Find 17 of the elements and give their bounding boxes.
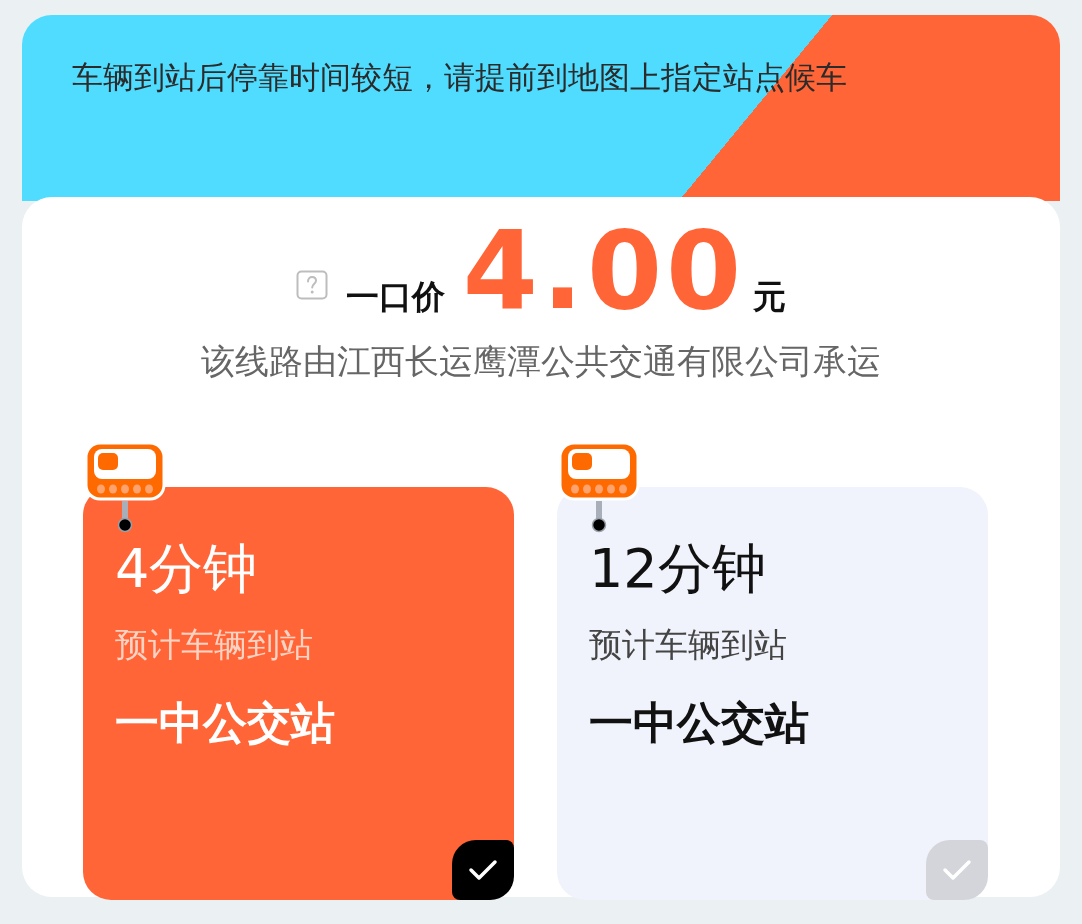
arrival-time: 4分钟 (115, 537, 259, 602)
check-icon[interactable] (926, 840, 988, 901)
notice-text: 车辆到站后停靠时间较短，请提前到地图上指定站点候车 (72, 58, 848, 97)
arrival-time: 12分钟 (589, 537, 767, 602)
check-icon[interactable] (452, 840, 514, 901)
station-sign-icon (84, 441, 166, 534)
help-icon[interactable] (295, 270, 328, 300)
arrival-option-card[interactable]: 12分钟 预计车辆到站 一中公交站 (557, 487, 988, 901)
stop-name: 一中公交站 (589, 697, 810, 751)
arrival-caption: 预计车辆到站 (589, 624, 788, 666)
price-amount: 4.00 (462, 217, 746, 325)
operator-note: 该线路由江西长运鹰潭公共交通有限公司承运 (200, 340, 882, 383)
price-label: 一口价 (345, 276, 445, 318)
stop-name: 一中公交站 (115, 697, 336, 751)
price-unit: 元 (753, 276, 787, 318)
station-sign-icon (558, 441, 640, 534)
arrival-caption: 预计车辆到站 (115, 624, 314, 666)
